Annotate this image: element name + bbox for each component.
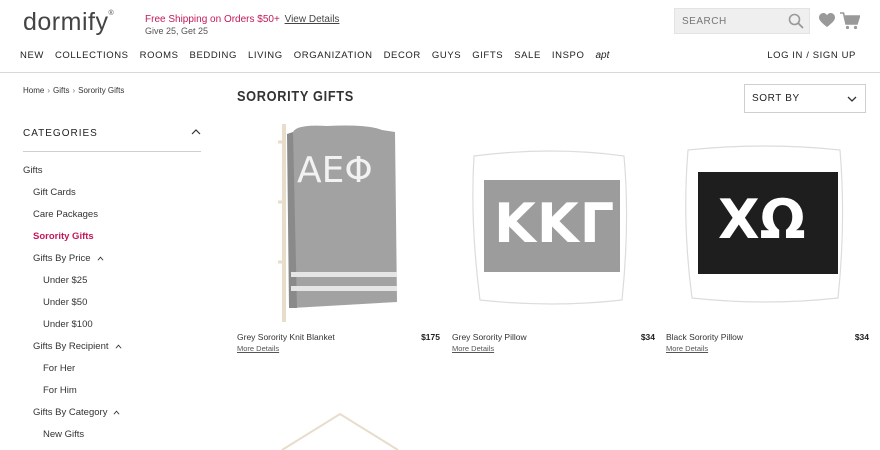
login-signup-link[interactable]: LOG IN / SIGN UP: [767, 50, 856, 61]
category-under-50[interactable]: Under $50: [43, 297, 87, 308]
pillow-letters: ΧΩ: [718, 188, 806, 251]
nav-item-sale[interactable]: SALE: [514, 50, 541, 61]
chevron-up-icon[interactable]: [113, 409, 120, 416]
category-care-packages[interactable]: Care Packages: [33, 209, 98, 220]
chevron-up-icon[interactable]: [191, 127, 201, 137]
pillow-letters: ΚΚΓ: [494, 192, 616, 255]
search-box: [674, 8, 810, 34]
product-name[interactable]: Grey Sorority Knit Blanket: [237, 332, 335, 342]
promo-details-link[interactable]: View Details: [285, 14, 340, 25]
breadcrumb: Home › Gifts › Sorority Gifts: [23, 86, 125, 95]
category-for-him[interactable]: For Him: [43, 385, 77, 396]
product-name[interactable]: Grey Sorority Pillow: [452, 332, 527, 342]
nav-item-rooms[interactable]: ROOMS: [140, 50, 179, 61]
category-new-gifts[interactable]: New Gifts: [43, 429, 84, 440]
breadcrumb-current: Sorority Gifts: [78, 86, 125, 95]
product-image-blanket[interactable]: ΑΕΦ: [237, 122, 440, 324]
more-details-link[interactable]: More Details: [666, 344, 708, 353]
chevron-down-icon: [847, 96, 857, 102]
promo-banner: Free Shipping on Orders $50+ View Detail…: [145, 14, 339, 36]
chevron-up-icon[interactable]: [115, 343, 122, 350]
more-details-link[interactable]: More Details: [452, 344, 494, 353]
breadcrumb-home[interactable]: Home: [23, 86, 44, 95]
product-price: $175: [421, 332, 440, 342]
product-card[interactable]: ΧΩ Black Sorority Pillow $34 More Detail…: [666, 122, 869, 353]
nav-item-new[interactable]: NEW: [20, 50, 44, 61]
product-card[interactable]: ΚΚΓ Grey Sorority Pillow $34 More Detail…: [452, 122, 655, 353]
chevron-up-icon[interactable]: [97, 255, 104, 262]
site-logo[interactable]: dormify®: [23, 8, 114, 37]
nav-item-gifts[interactable]: GIFTS: [472, 50, 503, 61]
product-price: $34: [640, 332, 655, 342]
nav-item-apt[interactable]: apt: [595, 50, 609, 61]
category-gifts[interactable]: Gifts: [23, 165, 43, 176]
site-header: dormify® Free Shipping on Orders $50+ Vi…: [0, 0, 880, 73]
category-under-100[interactable]: Under $100: [43, 319, 93, 330]
cart-icon[interactable]: [840, 12, 860, 30]
breadcrumb-gifts[interactable]: Gifts: [53, 86, 69, 95]
heart-icon[interactable]: [819, 13, 835, 28]
product-image-grey-pillow[interactable]: ΚΚΓ: [452, 122, 655, 324]
product-card[interactable]: ΑΕΦ Grey Sorority Knit Blanket $175 More…: [237, 122, 440, 353]
categories-title: CATEGORIES: [23, 128, 98, 139]
promo-subtext: Give 25, Get 25: [145, 26, 209, 36]
nav-item-decor[interactable]: DECOR: [384, 50, 421, 61]
nav-item-guys[interactable]: GUYS: [432, 50, 461, 61]
nav-item-bedding[interactable]: BEDDING: [190, 50, 237, 61]
product-image-partial[interactable]: [272, 410, 412, 450]
category-gift-cards[interactable]: Gift Cards: [33, 187, 76, 198]
promo-text: Free Shipping on Orders $50+: [145, 14, 280, 25]
categories-header[interactable]: CATEGORIES: [23, 128, 201, 152]
category-gifts-by-recipient[interactable]: Gifts By Recipient: [33, 341, 122, 352]
sort-by-label: SORT BY: [752, 93, 800, 104]
category-sorority-gifts[interactable]: Sorority Gifts: [33, 231, 94, 242]
category-for-her[interactable]: For Her: [43, 363, 75, 374]
category-gifts-by-category[interactable]: Gifts By Category: [33, 407, 120, 418]
search-icon[interactable]: [788, 13, 804, 29]
category-under-25[interactable]: Under $25: [43, 275, 87, 286]
nav-item-living[interactable]: LIVING: [248, 50, 283, 61]
nav-item-organization[interactable]: ORGANIZATION: [294, 50, 373, 61]
product-name[interactable]: Black Sorority Pillow: [666, 332, 743, 342]
nav-item-collections[interactable]: COLLECTIONS: [55, 50, 129, 61]
product-image-black-pillow[interactable]: ΧΩ: [666, 122, 869, 324]
page-title: SORORITY GIFTS: [237, 88, 354, 105]
category-gifts-by-price[interactable]: Gifts By Price: [33, 253, 104, 264]
blanket-letters: ΑΕΦ: [297, 150, 373, 191]
main-nav: NEW COLLECTIONS ROOMS BEDDING LIVING ORG…: [20, 50, 609, 61]
sort-by-dropdown[interactable]: SORT BY: [744, 84, 866, 113]
search-input[interactable]: [675, 9, 783, 33]
product-price: $34: [854, 332, 869, 342]
more-details-link[interactable]: More Details: [237, 344, 279, 353]
nav-item-inspo[interactable]: INSPO: [552, 50, 585, 61]
